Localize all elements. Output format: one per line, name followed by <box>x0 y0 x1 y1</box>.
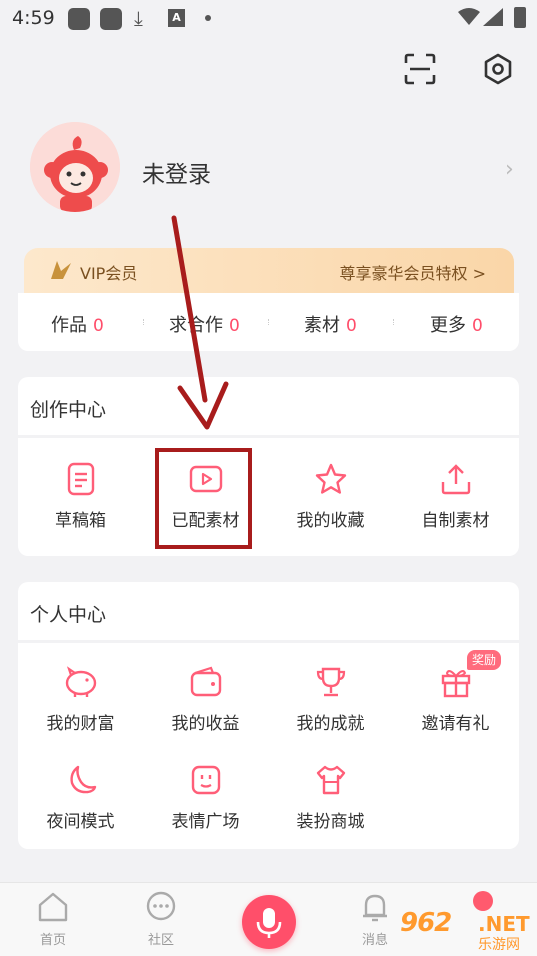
personal-item-emoji-plaza[interactable]: 表情广场 <box>143 763 268 832</box>
personal-item-achievements[interactable]: 我的成就 <box>268 665 393 734</box>
moon-icon <box>69 765 96 794</box>
profile-chevron-icon[interactable]: › <box>505 157 514 182</box>
battery-icon <box>514 7 526 28</box>
emoji-icon <box>191 765 220 795</box>
wallet-icon <box>190 666 221 697</box>
upload-icon <box>441 464 470 495</box>
settings-icon[interactable] <box>481 52 515 86</box>
nav-label: 首页 <box>39 933 66 948</box>
personal-item-wealth[interactable]: 我的财富 <box>18 665 143 734</box>
watermark-number: 962 <box>400 908 452 938</box>
stat-more[interactable]: 更多 0 <box>430 311 483 337</box>
notification-icon <box>68 8 90 30</box>
section-title: 创作中心 <box>30 399 107 421</box>
personal-item-label: 我的收益 <box>171 714 240 734</box>
divider <box>143 319 144 325</box>
personal-item-night-mode[interactable]: 夜间模式 <box>18 763 143 832</box>
nav-home[interactable]: 首页 <box>23 891 83 948</box>
watermark-logo: 962 .NET 乐游网 <box>400 908 532 953</box>
more-notifications-icon <box>205 15 211 21</box>
chat-bubble-icon <box>146 891 176 921</box>
download-icon: ⤓ <box>134 6 143 30</box>
creation-center-grid: 草稿箱 已配素材 我的收藏 自制素材 <box>18 438 519 556</box>
personal-item-label: 装扮商城 <box>296 812 365 832</box>
creation-item-drafts[interactable]: 草稿箱 <box>18 462 143 531</box>
notification-icon <box>100 8 122 30</box>
creation-center-header: 创作中心 <box>18 377 519 435</box>
avatar[interactable] <box>30 122 120 212</box>
creation-item-favorites[interactable]: 我的收藏 <box>268 462 393 531</box>
record-button[interactable] <box>242 895 296 949</box>
personal-item-label: 夜间模式 <box>46 812 115 832</box>
nav-messages[interactable]: 消息 <box>345 891 405 948</box>
vip-benefits-link[interactable]: 尊享豪华会员特权 > <box>340 260 487 284</box>
personal-item-label: 邀请有礼 <box>421 714 490 734</box>
draft-icon <box>67 462 94 496</box>
signal-icon <box>483 8 503 26</box>
creation-item-label: 我的收藏 <box>296 511 365 531</box>
annotation-highlight-box <box>155 448 252 549</box>
monkey-mascot-icon <box>30 122 120 212</box>
status-time: 4:59 <box>12 7 55 29</box>
stat-cooperation[interactable]: 求合作 0 <box>169 311 240 337</box>
stats-bar: 作品 0 求合作 0 素材 0 更多 0 <box>18 293 519 351</box>
nav-community[interactable]: 社区 <box>131 891 191 948</box>
section-title: 个人中心 <box>30 604 107 626</box>
personal-center-grid: 我的财富 我的收益 我的成就 邀请有礼 夜间模式 表情广场 装扮商城 <box>18 643 519 849</box>
creation-item-label: 自制素材 <box>421 511 490 531</box>
vip-crown-icon <box>51 261 71 279</box>
bell-icon <box>363 894 387 922</box>
divider <box>268 319 269 325</box>
personal-item-label: 我的财富 <box>46 714 115 734</box>
stat-works[interactable]: 作品 0 <box>51 311 104 337</box>
scan-icon[interactable] <box>403 52 437 86</box>
creation-item-label: 草稿箱 <box>55 511 106 531</box>
shirt-icon <box>316 765 345 795</box>
piggy-bank-icon <box>65 666 96 697</box>
vip-label: VIP会员 <box>80 264 138 283</box>
status-bar: 4:59 ⤓ A <box>0 0 537 36</box>
personal-item-label: 表情广场 <box>171 812 240 832</box>
home-icon <box>38 892 68 922</box>
gift-icon <box>441 670 470 698</box>
creation-item-custom-materials[interactable]: 自制素材 <box>393 462 518 531</box>
app-notification-icon: A <box>168 9 185 27</box>
star-icon <box>315 463 346 494</box>
personal-item-label: 我的成就 <box>296 714 365 734</box>
divider <box>393 319 394 325</box>
personal-item-earnings[interactable]: 我的收益 <box>143 665 268 734</box>
microphone-icon <box>256 908 282 938</box>
personal-item-invite[interactable]: 邀请有礼 <box>393 665 518 734</box>
nav-label: 社区 <box>147 933 174 948</box>
watermark-site: 乐游网 <box>478 937 520 953</box>
trophy-icon <box>316 667 345 697</box>
vip-banner[interactable]: VIP会员 尊享豪华会员特权 > <box>24 248 514 294</box>
stat-materials[interactable]: 素材 0 <box>304 311 357 337</box>
login-status[interactable]: 未登录 <box>142 155 211 189</box>
reward-badge: 奖励 <box>467 650 501 670</box>
nav-label: 消息 <box>361 933 388 948</box>
personal-item-dress-up-store[interactable]: 装扮商城 <box>268 763 393 832</box>
watermark-net: .NET <box>478 912 530 936</box>
personal-center-header: 个人中心 <box>18 582 519 640</box>
wifi-icon <box>458 8 480 25</box>
